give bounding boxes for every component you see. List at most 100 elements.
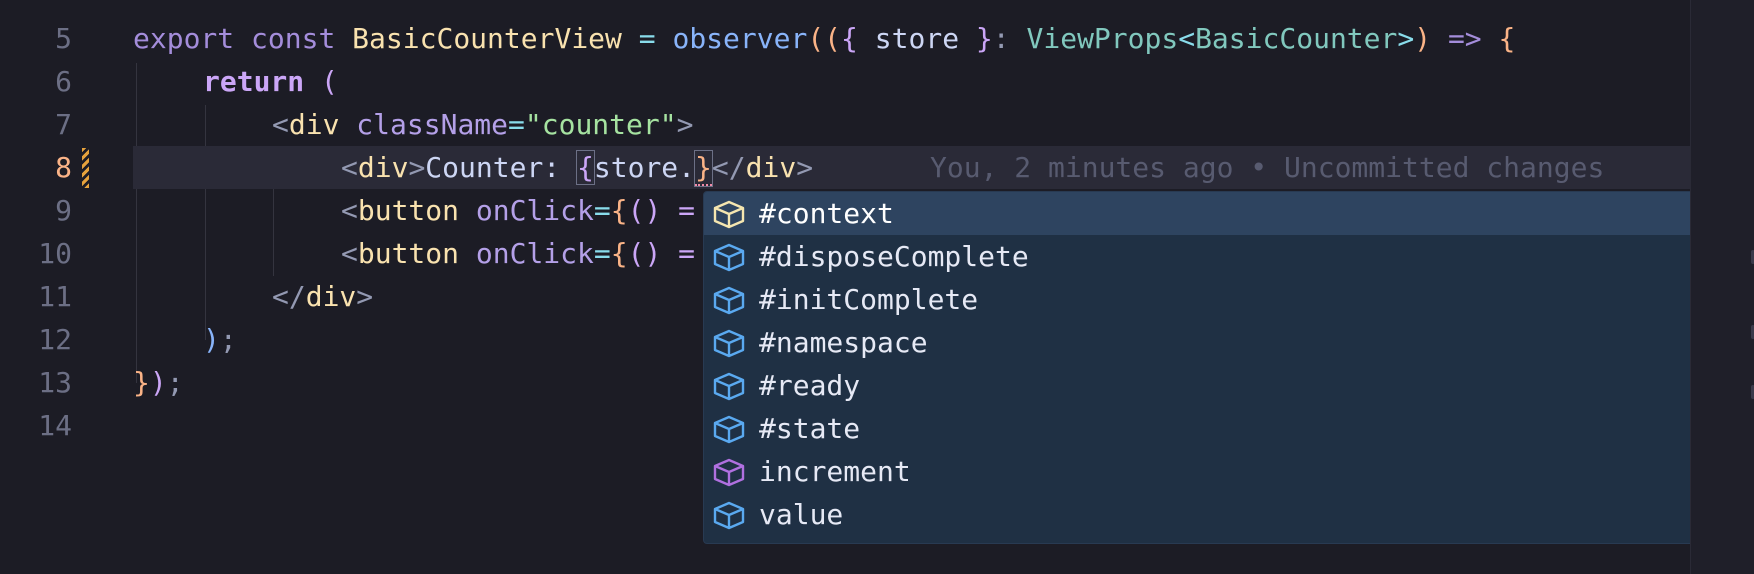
suggestion-label: #ready bbox=[759, 369, 861, 402]
suggestion-label: #state bbox=[759, 412, 861, 445]
tag-bracket: < bbox=[272, 108, 289, 141]
property-icon bbox=[712, 242, 746, 272]
line-number: 14 bbox=[38, 409, 72, 442]
keyword: export bbox=[133, 22, 235, 55]
code-text[interactable]: <div className="counter"> bbox=[272, 103, 693, 146]
suggestion-item[interactable]: value bbox=[704, 493, 1690, 536]
method-icon bbox=[712, 457, 746, 487]
arrow: => bbox=[1431, 22, 1499, 55]
property-icon bbox=[712, 371, 746, 401]
property-icon bbox=[712, 328, 746, 358]
jsx-text: Counter: bbox=[425, 151, 578, 184]
autocomplete-suggestions[interactable]: #context #disposeComplete #initComplete … bbox=[703, 191, 1690, 544]
code-text[interactable]: <button onClick={() = bbox=[341, 189, 695, 232]
property-icon bbox=[712, 285, 746, 315]
line-number: 11 bbox=[38, 280, 72, 313]
type-name: BasicCounter bbox=[1195, 22, 1398, 55]
paren: ) bbox=[203, 323, 220, 356]
paren: ) bbox=[149, 366, 167, 399]
suggestion-item[interactable]: #namespace bbox=[704, 321, 1690, 364]
tag-bracket: > bbox=[408, 151, 426, 184]
suggestion-item[interactable]: #context bbox=[704, 192, 1690, 235]
code-text[interactable]: ); bbox=[203, 318, 237, 361]
keyword: const bbox=[251, 22, 336, 55]
line-number: 13 bbox=[38, 366, 72, 399]
suggestion-label: value bbox=[759, 498, 844, 531]
line-number: 10 bbox=[38, 237, 72, 270]
line-number: 6 bbox=[55, 65, 72, 98]
code-text[interactable]: </div> bbox=[272, 275, 373, 318]
line-number: 9 bbox=[55, 194, 72, 227]
suggestion-item[interactable]: #ready bbox=[704, 364, 1690, 407]
tag-bracket: < bbox=[341, 194, 358, 227]
operator: = bbox=[593, 194, 611, 227]
tag-name: div bbox=[745, 151, 797, 184]
line-number: 8 bbox=[55, 151, 72, 184]
git-blame-annotation: You, 2 minutes ago • Uncommitted changes bbox=[930, 151, 1605, 184]
tag-bracket: > bbox=[796, 151, 814, 184]
arrow-params: () = bbox=[627, 237, 696, 270]
suggestion-item[interactable]: #disposeComplete bbox=[704, 235, 1690, 278]
colon: : bbox=[992, 22, 1027, 55]
function-name: observer bbox=[672, 22, 808, 55]
operator: = bbox=[593, 237, 611, 270]
keyword: return bbox=[203, 65, 305, 98]
code-editor[interactable]: 5 export const BasicCounterView = observ… bbox=[0, 0, 1690, 574]
code-text[interactable]: <div>Counter: {store.}</div> bbox=[341, 146, 813, 189]
brace: } bbox=[975, 22, 993, 55]
brace: { bbox=[576, 150, 595, 185]
code-text[interactable]: }); bbox=[133, 361, 184, 404]
paren: (( bbox=[807, 22, 842, 55]
tag-bracket: > bbox=[676, 108, 694, 141]
brace: { bbox=[1498, 22, 1516, 55]
tag-bracket: </ bbox=[272, 280, 306, 313]
identifier: store. bbox=[593, 151, 696, 184]
brace: { bbox=[841, 22, 858, 55]
suggestion-label: #initComplete bbox=[759, 283, 979, 316]
semicolon: ; bbox=[166, 366, 184, 399]
brace: } bbox=[133, 366, 150, 399]
tag-name: button bbox=[357, 237, 460, 270]
identifier: BasicCounterView bbox=[352, 22, 622, 55]
suggestion-label: #disposeComplete bbox=[759, 240, 1029, 273]
identifier: store bbox=[857, 22, 976, 55]
attribute-name: onClick bbox=[459, 237, 594, 270]
operator: = bbox=[508, 108, 525, 141]
suggestion-item[interactable]: increment bbox=[704, 450, 1690, 493]
tag-bracket: </ bbox=[711, 151, 746, 184]
tag-name: div bbox=[288, 108, 340, 141]
attribute-name: onClick bbox=[459, 194, 594, 227]
property-icon bbox=[712, 199, 746, 229]
code-line-7[interactable]: 7 <div className="counter"> bbox=[0, 103, 1690, 146]
operator: = bbox=[621, 22, 673, 55]
tag-bracket: < bbox=[341, 151, 358, 184]
minimap-scrollbar[interactable] bbox=[1690, 0, 1754, 574]
code-text[interactable]: <button onClick={() = bbox=[341, 232, 695, 275]
line-number: 12 bbox=[38, 323, 72, 356]
paren: ( bbox=[304, 65, 338, 98]
tag-name: button bbox=[357, 194, 460, 227]
brace: } bbox=[694, 150, 713, 187]
suggestion-item[interactable]: #initComplete bbox=[704, 278, 1690, 321]
tag-name: div bbox=[357, 151, 409, 184]
tag-bracket: < bbox=[341, 237, 358, 270]
string-literal: "counter" bbox=[524, 108, 677, 141]
attribute-name: className bbox=[339, 108, 509, 141]
code-text[interactable]: export const BasicCounterView = observer… bbox=[133, 17, 1515, 60]
semicolon: ; bbox=[219, 323, 237, 356]
tag-bracket: > bbox=[356, 280, 374, 313]
property-icon bbox=[712, 414, 746, 444]
suggestion-label: #namespace bbox=[759, 326, 928, 359]
brace: { bbox=[610, 194, 628, 227]
line-number: 5 bbox=[55, 22, 72, 55]
paren: ) bbox=[1414, 22, 1432, 55]
suggestion-item[interactable]: #state bbox=[704, 407, 1690, 450]
code-text[interactable]: return ( bbox=[203, 60, 338, 103]
operator: > bbox=[1397, 22, 1415, 55]
brace: { bbox=[610, 237, 628, 270]
code-line-5[interactable]: 5 export const BasicCounterView = observ… bbox=[0, 17, 1690, 60]
code-line-6[interactable]: 6 return ( bbox=[0, 60, 1690, 103]
tag-name: div bbox=[305, 280, 357, 313]
operator: < bbox=[1178, 22, 1196, 55]
suggestion-label: increment bbox=[759, 455, 911, 488]
